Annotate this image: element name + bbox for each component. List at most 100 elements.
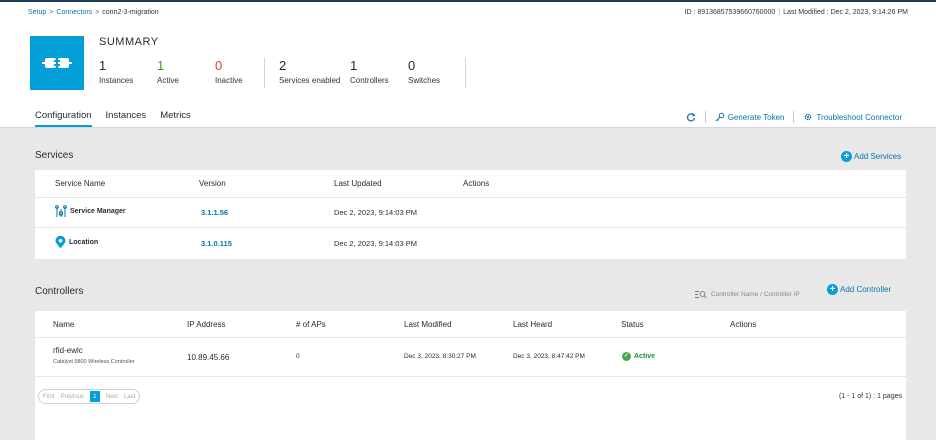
stat-instances: 1 Instances [99, 58, 133, 85]
row-divider [35, 227, 906, 228]
row-divider [35, 376, 906, 377]
stat-value: 2 [279, 58, 287, 73]
meta-divider: | [778, 9, 781, 16]
stat-controllers: 1 Controllers [350, 58, 389, 85]
controller-search-input[interactable]: Controller Name / Controller IP [695, 287, 815, 301]
stat-active: 1 Active [157, 58, 179, 85]
controllers-title: Controllers [35, 286, 84, 297]
stat-value: 1 [350, 58, 358, 73]
controller-name: rfid-ewlc [53, 346, 83, 355]
column-header: Service Name [55, 179, 106, 188]
column-header: Last Modified [404, 320, 452, 329]
service-version-link[interactable]: 3.1.1.56 [201, 208, 228, 217]
breadcrumb-current: conn2-3-migration [102, 9, 159, 16]
add-controller-label: Add Controller [840, 285, 892, 294]
page-info: (1 - 1 of 1) : 1 pages [838, 393, 902, 400]
last-modified: Last Modified : Dec 2, 2023, 9:14:26 PM [783, 9, 908, 16]
pager-current-page[interactable]: 1 [90, 391, 100, 402]
stat-label: Switches [408, 76, 441, 85]
status-label: Active [634, 353, 656, 360]
connector-id: ID : 89136857539660760000 [684, 9, 776, 16]
column-header: Name [53, 320, 75, 329]
stat-label: Services enabled [279, 76, 341, 85]
action-divider [704, 111, 706, 123]
stat-value: 1 [99, 58, 107, 73]
add-services-button[interactable]: + Add Services [841, 151, 901, 162]
tab-metrics[interactable]: Metrics [160, 110, 191, 127]
stat-label: Controllers [350, 76, 389, 85]
service-manager-icon [55, 205, 67, 217]
troubleshoot-label: Troubleshoot Connector [816, 112, 902, 122]
column-header: Version [199, 179, 226, 188]
breadcrumb-separator: > [95, 9, 100, 16]
service-name: Location [69, 239, 99, 246]
pagination: First Previous 1 Next Last [38, 389, 141, 404]
stat-services-enabled: 2 Services enabled [279, 58, 340, 85]
stat-divider [465, 58, 466, 88]
controller-model: Catalyst 9800 Wireless Controller [53, 359, 135, 365]
breadcrumb: Setup > Connectors > conn2-3-migration [28, 9, 159, 16]
add-controller-button[interactable]: + Add Controller [827, 284, 891, 295]
search-placeholder: Controller Name / Controller IP [711, 290, 800, 298]
plug-connector-icon [42, 58, 72, 68]
stat-value: 0 [215, 58, 223, 73]
controller-ip: 10.89.45.66 [187, 353, 230, 362]
services-table: Service Name Version Last Updated Action… [35, 170, 906, 259]
pager-last[interactable]: Last [124, 394, 135, 400]
column-header: # of APs [296, 320, 326, 329]
tab-bar: Configuration Instances Metrics [35, 110, 191, 127]
connector-meta: ID : 89136857539660760000 | Last Modified … [685, 9, 908, 16]
column-header: Last Updated [334, 179, 382, 188]
add-icon: + [827, 284, 838, 295]
breadcrumb-connectors[interactable]: Connectors [56, 9, 92, 16]
pager-first[interactable]: First [43, 394, 55, 400]
tab-configuration[interactable]: Configuration [35, 110, 92, 127]
controllers-table: Name IP Address # of APs Last Modified L… [35, 311, 906, 440]
service-last-updated: Dec 2, 2023, 9:14:03 PM [334, 208, 417, 217]
stat-label: Active [157, 76, 179, 85]
check-icon: ✓ [622, 352, 631, 361]
filter-search-icon [695, 290, 707, 298]
tab-instances[interactable]: Instances [106, 110, 147, 127]
column-header: Status [621, 320, 644, 329]
row-divider [35, 337, 906, 338]
key-icon [715, 112, 724, 122]
stat-value: 1 [157, 58, 165, 73]
breadcrumb-separator: > [49, 9, 54, 16]
column-header: Actions [730, 320, 757, 329]
controller-last-heard: Dec 3, 2023, 8:47:42 PM [513, 353, 585, 360]
refresh-icon [686, 113, 696, 122]
add-icon: + [841, 151, 852, 162]
pager-next[interactable]: Next [106, 394, 118, 400]
connector-logo [30, 36, 84, 90]
services-title: Services [35, 150, 74, 161]
gear-icon [805, 113, 812, 121]
add-services-label: Add Services [854, 152, 902, 161]
stat-inactive: 0 Inactive [215, 58, 243, 85]
stat-value: 0 [408, 58, 416, 73]
controller-last-modified: Dec 3, 2023, 8:30:27 PM [404, 353, 476, 360]
generate-token-label: Generate Token [727, 112, 785, 122]
service-name: Service Manager [70, 208, 126, 215]
controller-ap-count: 0 [296, 353, 300, 360]
troubleshoot-connector-button[interactable]: Troubleshoot Connector [803, 112, 902, 122]
refresh-button[interactable] [686, 112, 696, 122]
service-last-updated: Dec 2, 2023, 9:14:03 PM [334, 239, 417, 248]
column-header: Last Heard [513, 320, 553, 329]
column-header: Actions [463, 179, 490, 188]
pager-previous[interactable]: Previous [61, 394, 84, 400]
summary-title: SUMMARY [99, 36, 159, 48]
row-divider [35, 197, 906, 198]
generate-token-button[interactable]: Generate Token [715, 112, 785, 122]
service-version-link[interactable]: 3.1.0.115 [201, 239, 232, 248]
location-pin-icon [55, 236, 66, 249]
stat-label: Instances [99, 76, 134, 85]
stat-label: Inactive [215, 76, 243, 85]
action-divider [793, 111, 795, 123]
column-header: IP Address [187, 320, 226, 329]
breadcrumb-setup[interactable]: Setup [28, 9, 46, 16]
stat-switches: 0 Switches [408, 58, 440, 85]
status-badge: ✓ Active [622, 352, 655, 361]
page-header: Setup > Connectors > conn2-3-migration ID : … [0, 2, 936, 128]
stat-divider [264, 58, 265, 88]
